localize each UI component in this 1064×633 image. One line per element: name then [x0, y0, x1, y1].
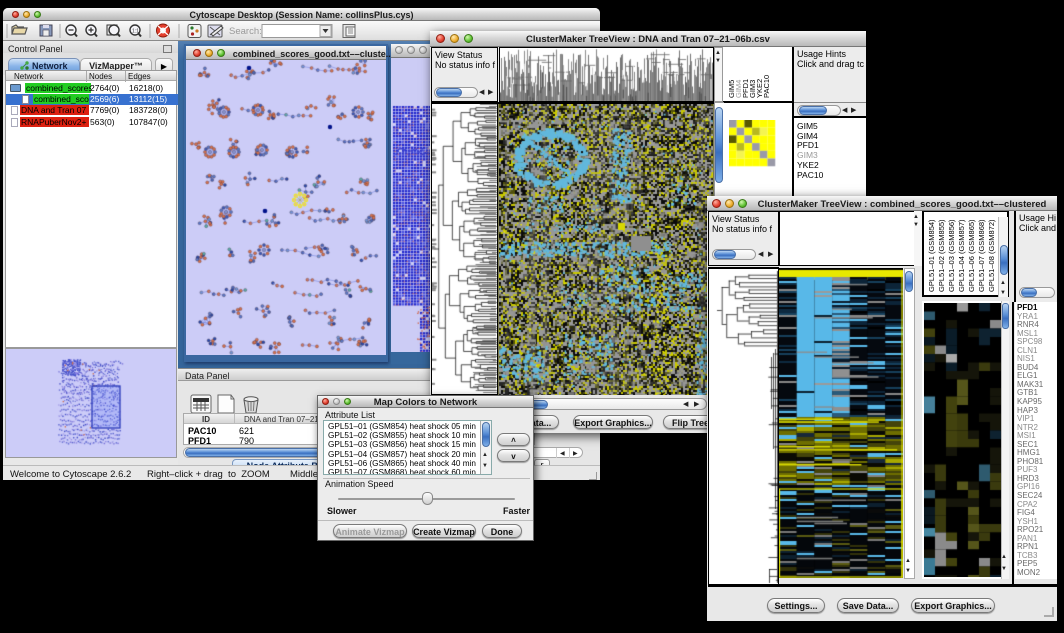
svg-text:Search:: Search: [229, 26, 262, 37]
svg-text:1:1: 1:1 [132, 29, 139, 35]
